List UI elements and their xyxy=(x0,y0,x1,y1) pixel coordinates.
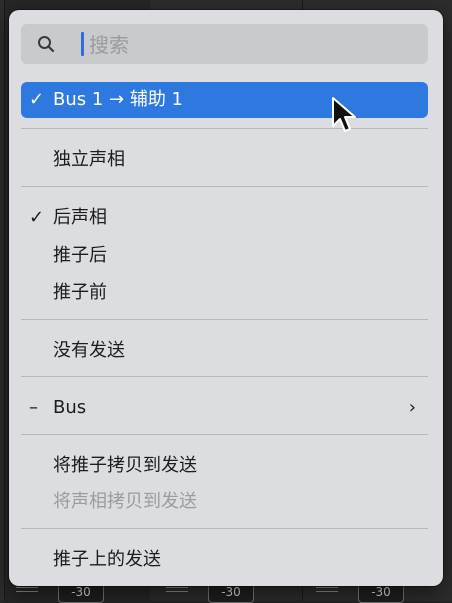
menu-item-label: Bus 1 → 辅助 1 xyxy=(53,89,184,110)
chevron-right-icon: › xyxy=(408,397,416,418)
menu-item-sends-on-fader[interactable]: 推子上的发送 xyxy=(21,543,428,577)
menu-separator xyxy=(21,376,428,377)
menu-separator xyxy=(21,528,428,529)
menu-separator xyxy=(21,128,428,129)
mouse-pointer-icon xyxy=(332,97,356,132)
menu-item-label: 推子后 xyxy=(53,245,107,266)
checkmark-icon: ✓ xyxy=(29,89,45,110)
menu-item-label: 推子上的发送 xyxy=(53,549,161,570)
search-field[interactable] xyxy=(21,24,428,64)
menu-item-label: Bus xyxy=(53,397,87,418)
channel-strip xyxy=(0,0,5,601)
search-input[interactable] xyxy=(87,29,411,61)
menu-separator xyxy=(21,319,428,320)
menu-item-bus-submenu[interactable]: – Bus › xyxy=(21,391,428,425)
menu-item-label: 独立声相 xyxy=(53,149,125,170)
search-icon xyxy=(38,36,55,53)
menu-item-bus1-aux1[interactable]: ✓ Bus 1 → 辅助 1 xyxy=(21,82,428,118)
menu-item-label: 没有发送 xyxy=(53,340,125,361)
menu-separator xyxy=(21,186,428,187)
menu-item-no-send[interactable]: 没有发送 xyxy=(21,334,428,368)
checkmark-icon: ✓ xyxy=(29,207,45,228)
menu-item-copy-fader-to-send[interactable]: 将推子拷贝到发送 xyxy=(21,449,428,483)
mixed-state-icon: – xyxy=(29,397,38,418)
text-caret xyxy=(81,32,84,56)
send-popup-menu: ✓ Bus 1 → 辅助 1 独立声相 ✓ 后声相 推子后 推子前 没有发送 –… xyxy=(9,10,443,586)
menu-item-label: 将推子拷贝到发送 xyxy=(53,455,197,476)
menu-item-copy-pan-to-send: 将声相拷贝到发送 xyxy=(21,485,428,519)
menu-item-pre-fader[interactable]: 推子前 xyxy=(21,276,428,310)
menu-item-post-fader[interactable]: 推子后 xyxy=(21,239,428,273)
menu-separator xyxy=(21,434,428,435)
menu-item-label: 将声相拷贝到发送 xyxy=(53,491,197,512)
menu-item-solo-pan[interactable]: 独立声相 xyxy=(21,143,428,177)
menu-item-label: 推子前 xyxy=(53,282,107,303)
menu-item-post-pan[interactable]: ✓ 后声相 xyxy=(21,201,428,235)
menu-item-label: 后声相 xyxy=(53,207,107,228)
